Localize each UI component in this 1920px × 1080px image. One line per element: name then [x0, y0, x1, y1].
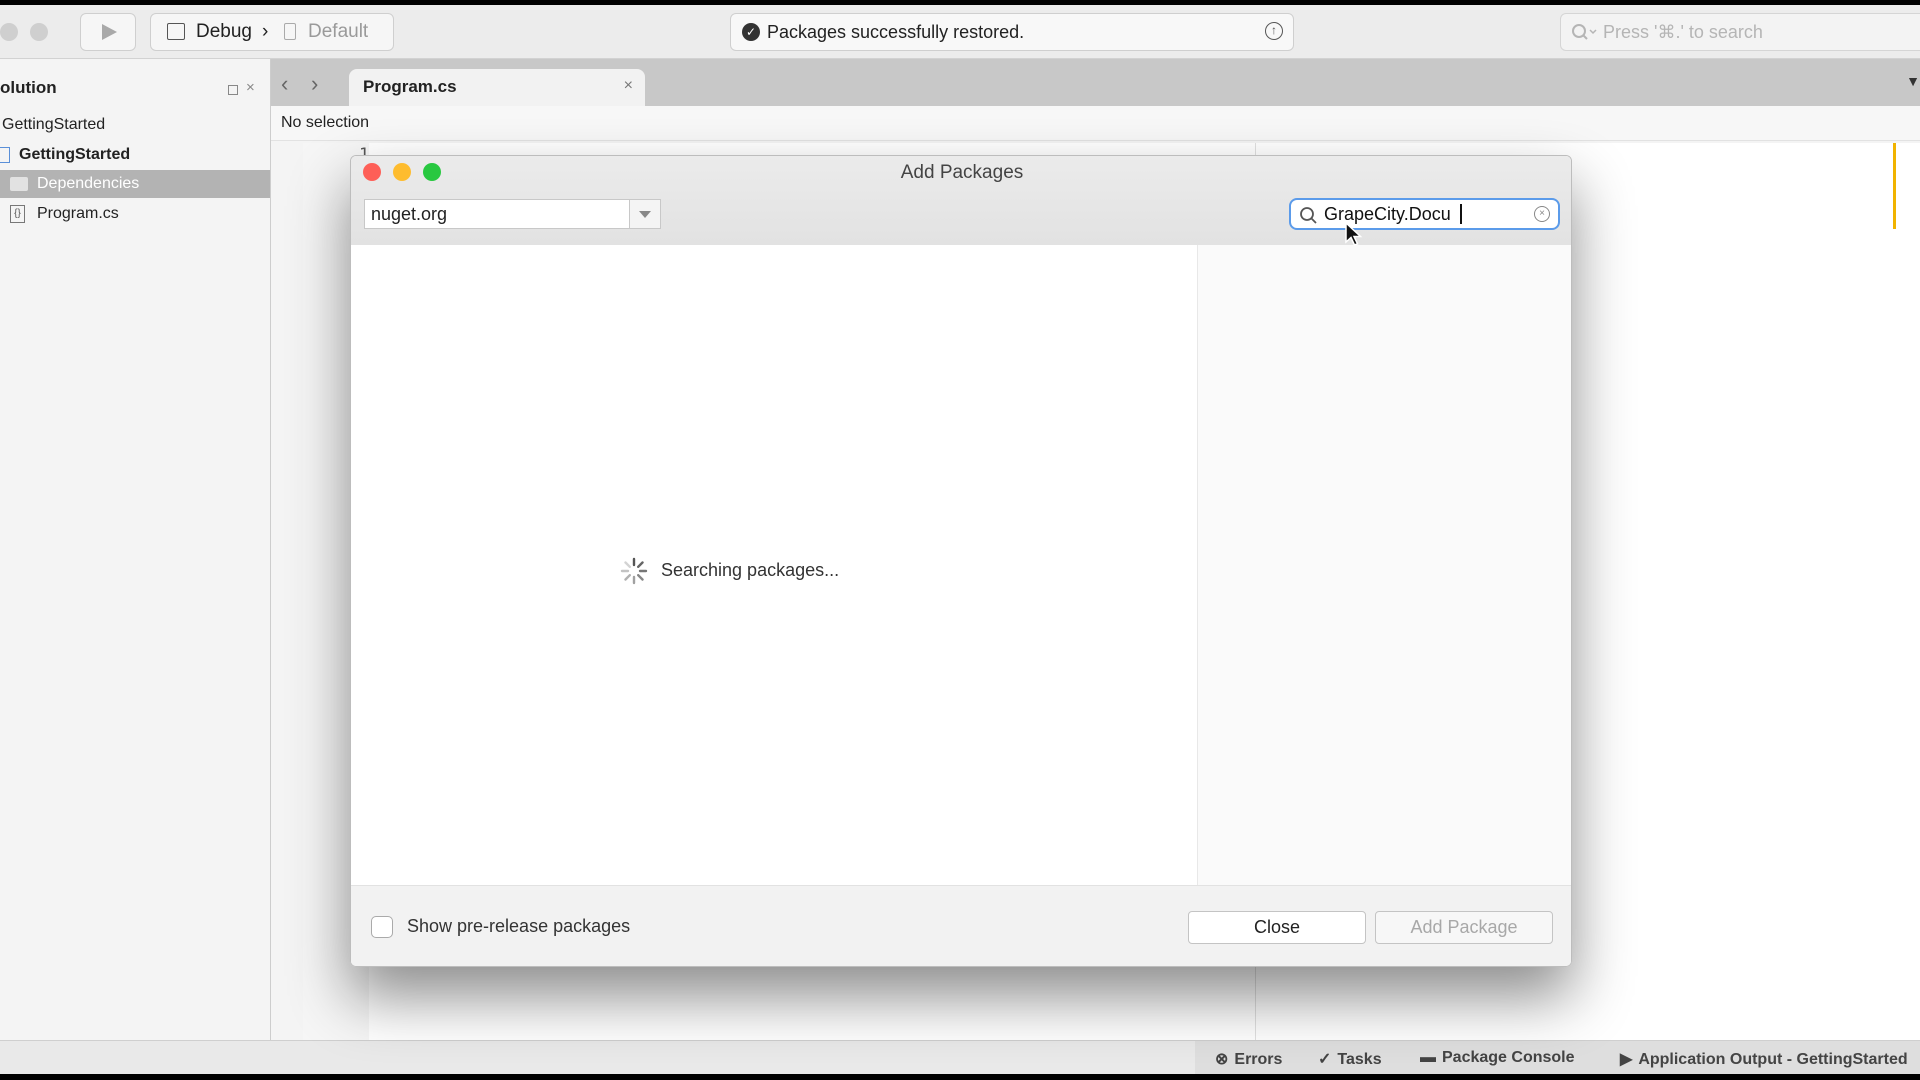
window-minimize-dot[interactable]	[30, 23, 48, 41]
status-panel: ✓ Packages successfully restored. ↑	[730, 13, 1294, 51]
package-source-select[interactable]: nuget.org	[364, 199, 661, 229]
console-icon: ▬	[1420, 1049, 1436, 1066]
package-console-label: Package Console	[1442, 1049, 1575, 1066]
package-list[interactable]: Searching packages...	[351, 245, 1197, 885]
configuration-icon	[167, 23, 185, 40]
dialog-header: Add Packages nuget.org GrapeCity.Docu ×	[351, 156, 1571, 246]
errors-label: Errors	[1234, 1051, 1283, 1068]
add-packages-dialog: Add Packages nuget.org GrapeCity.Docu ×	[350, 155, 1572, 967]
play-icon: ▶	[1620, 1051, 1633, 1068]
clear-icon[interactable]: ×	[1534, 206, 1550, 222]
package-detail-panel	[1197, 245, 1571, 885]
tree-item-label: GettingStarted	[19, 146, 131, 163]
info-icon[interactable]: ↑	[1265, 22, 1283, 40]
folder-icon	[10, 177, 28, 191]
check-circle-icon: ✓	[742, 23, 760, 41]
application-output-pad-button[interactable]: ▶ Application Output - GettingStarted	[1620, 1049, 1908, 1069]
dialog-title: Add Packages	[900, 162, 1024, 183]
errors-pad-button[interactable]: ⊗ Errors	[1215, 1049, 1282, 1069]
package-search-input[interactable]: GrapeCity.Docu ×	[1289, 198, 1560, 230]
mouse-pointer-icon	[1345, 222, 1363, 246]
tree-item-project[interactable]: GettingStarted	[0, 141, 270, 169]
package-search-value: GrapeCity.Docu	[1324, 204, 1451, 224]
chevron-right-icon[interactable]: ›	[311, 71, 318, 97]
text-caret	[1460, 204, 1462, 224]
tasks-pad-button[interactable]: ✓ Tasks	[1318, 1049, 1382, 1069]
package-source-value: nuget.org	[371, 204, 448, 224]
tree-item-label: GettingStarted	[2, 116, 106, 133]
loading-indicator: Searching packages...	[620, 557, 840, 585]
ide-window: Debug › Default ✓ Packages successfully …	[0, 5, 1920, 1074]
config-label: Debug	[196, 21, 252, 42]
project-icon	[0, 147, 10, 163]
csharp-file-icon: {}	[10, 205, 25, 223]
global-search-input[interactable]: Press '⌘.' to search	[1560, 13, 1920, 51]
device-icon	[284, 23, 296, 40]
config-separator: ›	[262, 21, 269, 42]
spinner-icon	[620, 557, 648, 585]
dialog-footer: Show pre-release packages Close Add Pack…	[351, 885, 1571, 966]
tree-item-solution[interactable]: GettingStarted	[0, 111, 270, 139]
error-icon: ⊗	[1215, 1051, 1229, 1068]
package-console-pad-button[interactable]: ▬ Package Console	[1420, 1049, 1575, 1067]
search-icon	[1572, 24, 1597, 40]
device-label: Default	[308, 21, 369, 42]
solution-pad: olution × GettingStarted GettingStarted …	[0, 59, 271, 1040]
main-toolbar: Debug › Default ✓ Packages successfully …	[0, 5, 1920, 59]
play-icon	[102, 24, 117, 40]
bottom-pad-bar: ⊗ Errors ✓ Tasks ▬ Package Console ▶ Applica…	[0, 1040, 1920, 1074]
chevron-left-icon[interactable]: ‹	[281, 71, 288, 97]
tree-item-program-cs[interactable]: {} Program.cs	[0, 200, 270, 228]
status-message: Packages successfully restored.	[767, 22, 1025, 42]
breadcrumb-label: No selection	[281, 114, 370, 131]
tree-item-label: Dependencies	[37, 175, 140, 192]
loading-text: Searching packages...	[661, 560, 840, 580]
search-icon	[1300, 207, 1317, 224]
tab-label: Program.cs	[363, 77, 457, 96]
tree-item-label: Program.cs	[37, 205, 119, 222]
chevron-down-icon[interactable]: ▼	[1906, 73, 1920, 89]
breadcrumb[interactable]: No selection	[271, 106, 1920, 141]
close-icon[interactable]: ×	[246, 79, 255, 96]
tasks-label: Tasks	[1337, 1051, 1382, 1068]
document-tab-bar: ‹ › Program.cs × ▼	[271, 59, 1920, 106]
run-button[interactable]	[80, 13, 136, 51]
chevron-down-icon[interactable]	[629, 200, 660, 228]
prerelease-checkbox[interactable]	[371, 916, 393, 938]
close-button[interactable]: Close	[1188, 911, 1366, 944]
change-marker	[1893, 143, 1896, 229]
close-icon[interactable]: ×	[624, 77, 633, 95]
tab-program-cs[interactable]: Program.cs ×	[349, 69, 645, 106]
application-output-label: Application Output - GettingStarted	[1638, 1051, 1908, 1068]
add-package-button[interactable]: Add Package	[1375, 911, 1553, 944]
prerelease-label[interactable]: Show pre-release packages	[407, 916, 630, 937]
search-placeholder: Press '⌘.' to search	[1603, 22, 1763, 42]
window-close-dot[interactable]	[0, 23, 18, 41]
solution-title: olution	[0, 78, 57, 97]
checkmark-icon: ✓	[1318, 1051, 1332, 1068]
tree-item-dependencies[interactable]: Dependencies	[0, 170, 270, 198]
dock-icon[interactable]	[228, 85, 238, 95]
configuration-selector[interactable]: Debug › Default	[150, 13, 394, 51]
